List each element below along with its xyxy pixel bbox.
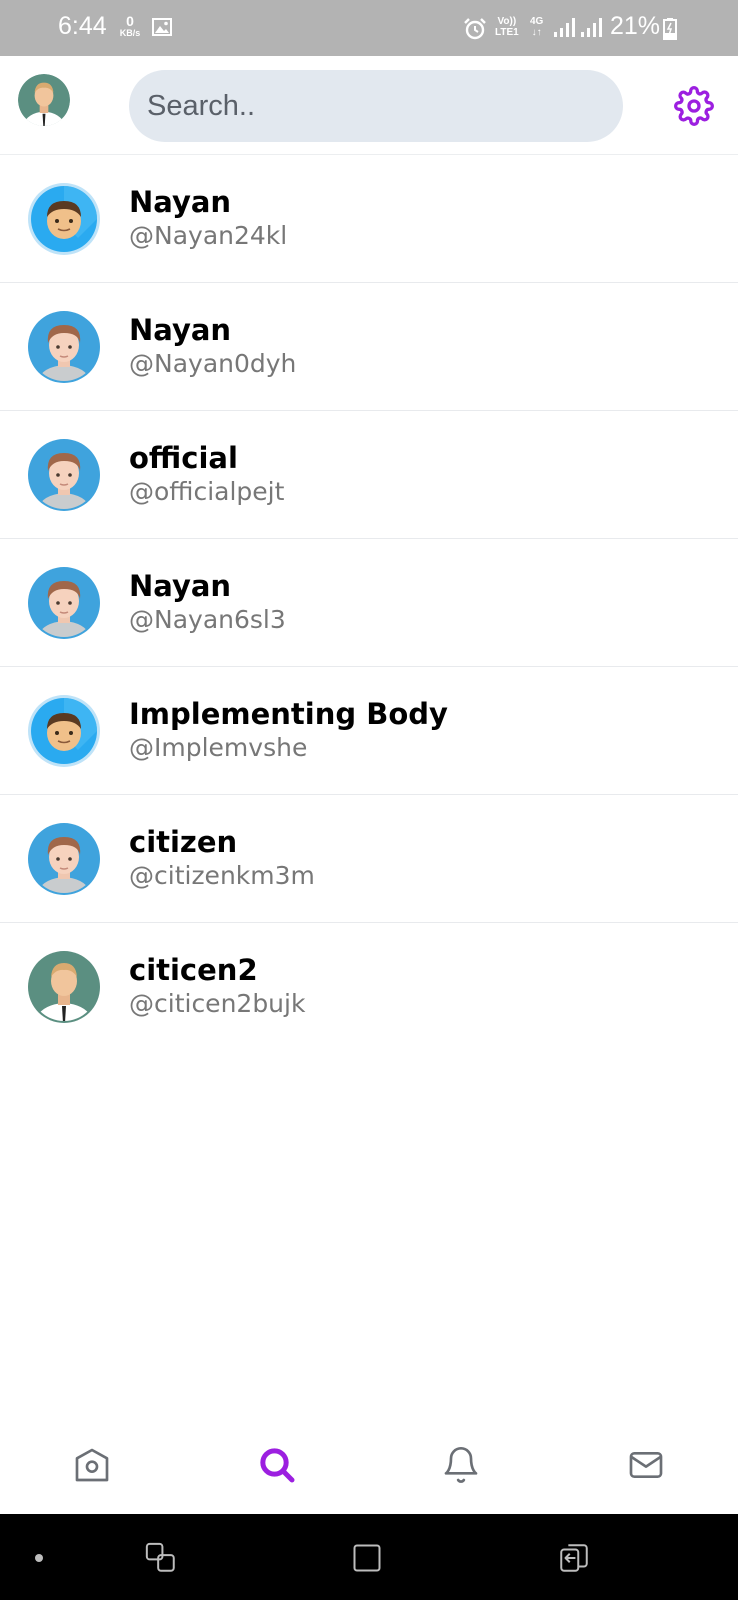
gallery-icon	[152, 18, 172, 36]
search-icon	[260, 1448, 295, 1483]
user-avatar	[28, 183, 100, 255]
sys-recents-button[interactable]	[141, 1540, 181, 1576]
nav-search[interactable]	[247, 1438, 307, 1492]
nav-messages[interactable]	[616, 1438, 676, 1492]
user-avatar	[28, 951, 100, 1023]
home-icon	[75, 1448, 109, 1482]
list-item[interactable]: Nayan @Nayan24kl	[0, 155, 738, 283]
nav-home[interactable]	[62, 1438, 122, 1492]
user-avatar	[28, 567, 100, 639]
dot-icon	[35, 1554, 43, 1562]
sys-dot[interactable]	[19, 1540, 59, 1576]
gear-icon[interactable]	[674, 86, 714, 126]
list-item[interactable]: citizen @citizenkm3m	[0, 795, 738, 923]
status-bar: 6:44 0 KB/s Vo)) LTE1 4G ↓↑ 21%	[0, 0, 738, 56]
back-icon	[560, 1544, 588, 1572]
square-icon	[353, 1544, 381, 1572]
bottom-nav	[0, 1420, 738, 1514]
volte-indicator: Vo)) LTE1	[495, 16, 519, 38]
list-item[interactable]: citicen2 @citicen2bujk	[0, 923, 738, 1051]
user-name: Nayan	[129, 569, 232, 603]
user-handle: @Nayan24kl	[129, 221, 288, 250]
battery-percent: 21%	[610, 12, 661, 40]
user-avatar	[28, 311, 100, 383]
user-name: Implementing Body	[129, 697, 448, 731]
list-item[interactable]: Implementing Body @Implemvshe	[0, 667, 738, 795]
list-item[interactable]: Nayan @Nayan0dyh	[0, 283, 738, 411]
search-input[interactable]	[129, 70, 623, 142]
user-avatar	[28, 823, 100, 895]
user-handle: @officialpejt	[129, 477, 285, 506]
user-name: citizen	[129, 825, 238, 859]
network-speed: 0 KB/s	[119, 13, 141, 38]
bell-icon	[444, 1447, 478, 1483]
user-name: Nayan	[129, 185, 232, 219]
user-handle: @Nayan0dyh	[129, 349, 297, 378]
signal-icon	[554, 18, 575, 37]
status-time: 6:44	[58, 12, 107, 40]
user-handle: @Nayan6sl3	[129, 605, 286, 634]
recents-icon	[145, 1542, 175, 1572]
user-avatar	[28, 695, 100, 767]
system-nav-bar	[0, 1514, 738, 1600]
battery-charging-icon	[663, 18, 677, 40]
alarm-icon	[464, 18, 486, 40]
profile-avatar[interactable]	[18, 74, 70, 126]
user-handle: @citizenkm3m	[129, 861, 315, 890]
user-name: official	[129, 441, 238, 475]
list-item[interactable]: Nayan @Nayan6sl3	[0, 539, 738, 667]
list-item[interactable]: official @officialpejt	[0, 411, 738, 539]
search-results-list: Nayan @Nayan24kl Nayan @Nayan0dyh offici…	[0, 155, 738, 1051]
user-avatar	[28, 439, 100, 511]
user-handle: @Implemvshe	[129, 733, 308, 762]
sys-back-button[interactable]	[554, 1540, 594, 1576]
signal-icon	[581, 18, 602, 37]
mail-icon	[629, 1452, 663, 1478]
user-name: citicen2	[129, 953, 258, 987]
sys-home-button[interactable]	[347, 1540, 387, 1576]
user-name: Nayan	[129, 313, 232, 347]
user-handle: @citicen2bujk	[129, 989, 306, 1018]
network-type: 4G ↓↑	[530, 16, 544, 38]
nav-notifications[interactable]	[431, 1438, 491, 1492]
